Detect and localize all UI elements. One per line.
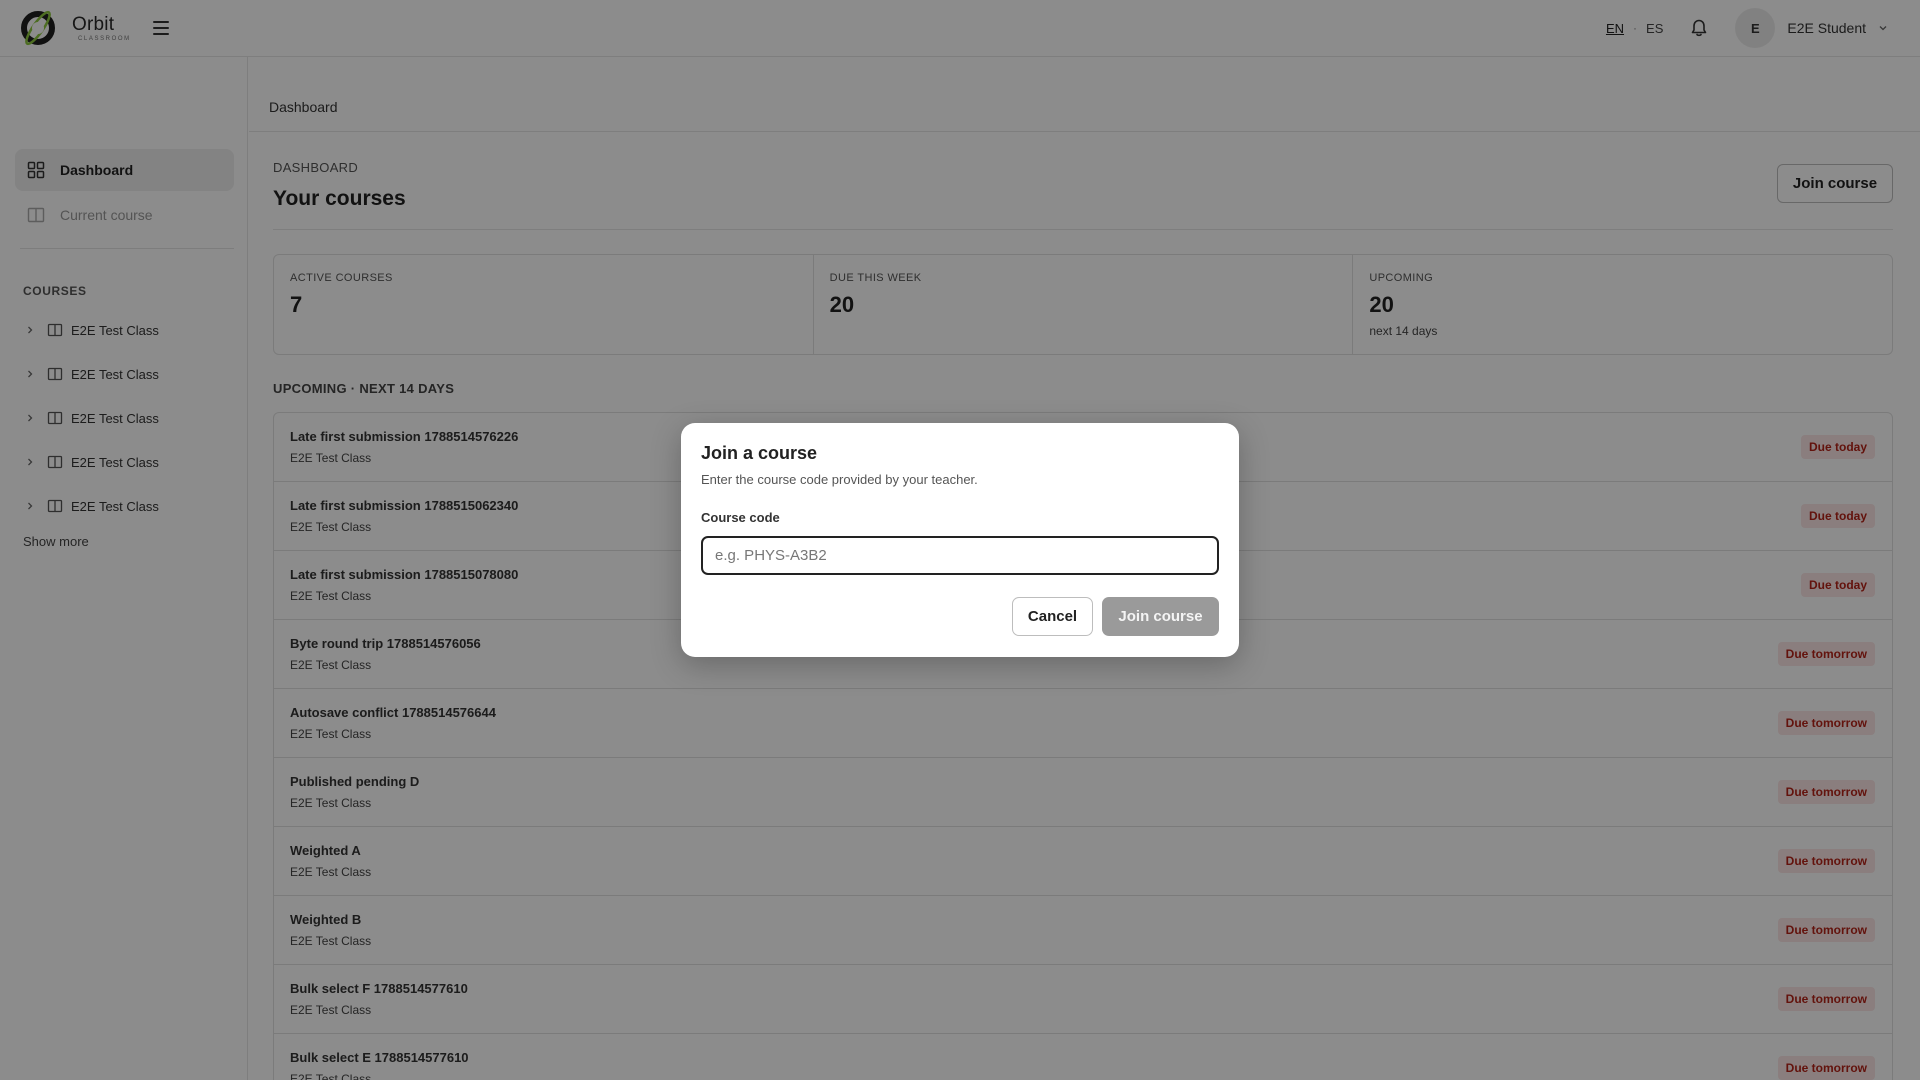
course-code-input[interactable] <box>701 536 1219 575</box>
join-course-dialog: Join a course Enter the course code prov… <box>681 423 1239 657</box>
dialog-description: Enter the course code provided by your t… <box>701 472 978 487</box>
join-course-submit-button[interactable]: Join course <box>1102 597 1219 636</box>
dialog-title: Join a course <box>701 443 818 463</box>
course-code-label: Course code <box>701 510 780 525</box>
cancel-button[interactable]: Cancel <box>1012 597 1093 636</box>
